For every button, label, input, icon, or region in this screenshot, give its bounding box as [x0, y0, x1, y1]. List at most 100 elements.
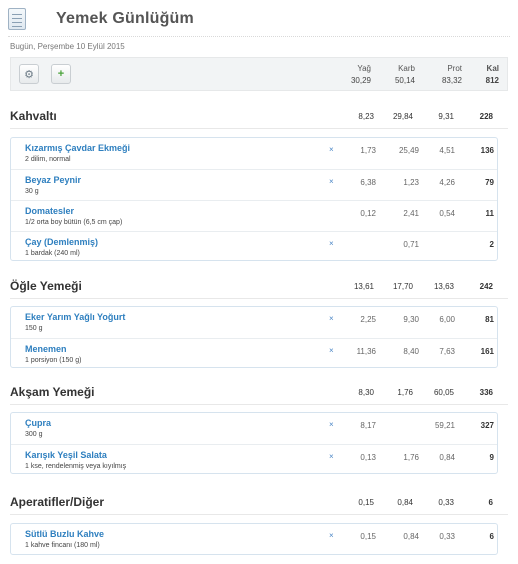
page-title: Yemek Günlüğüm	[56, 10, 194, 27]
food-portion: 1 porsiyon (150 g)	[25, 357, 82, 364]
meal-protein: 60,05	[433, 388, 454, 397]
food-carb: 9,30	[403, 315, 419, 324]
meal-divider	[10, 514, 508, 515]
food-fat: 8,17	[360, 421, 376, 430]
food-fat: 11,36	[356, 347, 376, 356]
settings-button[interactable]: ⚙	[19, 64, 39, 84]
food-portion: 30 g	[25, 188, 39, 195]
food-name-link[interactable]: Menemen	[25, 344, 67, 354]
add-food-icon: +	[57, 68, 65, 80]
food-calories: 327	[480, 421, 494, 430]
food-portion: 2 dilim, normal	[25, 156, 71, 163]
food-name-link[interactable]: Beyaz Peynir	[25, 175, 81, 185]
meal-title-lunch: Öğle Yemeği	[10, 279, 82, 293]
remove-icon[interactable]: ×	[329, 346, 334, 355]
food-carb: 1,23	[403, 178, 419, 187]
food-row: Menemen 1 porsiyon (150 g) × 11,36 8,40 …	[11, 338, 497, 369]
total-calories: 812	[485, 76, 499, 85]
food-fat: 6,38	[360, 178, 376, 187]
food-name-link[interactable]: Karışık Yeşil Salata	[25, 450, 107, 460]
meal-protein: 0,33	[438, 498, 454, 507]
food-fat: 0,13	[360, 453, 376, 462]
food-list-lunch: Eker Yarım Yağlı Yoğurt 150 g × 2,25 9,3…	[10, 306, 498, 368]
food-calories: 9	[489, 453, 494, 462]
food-name-link[interactable]: Sütlü Buzlu Kahve	[25, 529, 104, 539]
total-protein: 83,32	[441, 76, 462, 85]
meal-title-snacks: Aperatifler/Diğer	[10, 495, 105, 509]
remove-icon[interactable]: ×	[329, 452, 334, 461]
food-carb: 2,41	[403, 209, 419, 218]
food-protein: 0,84	[439, 453, 455, 462]
total-fat: 30,29	[350, 76, 371, 85]
meal-divider	[10, 298, 508, 299]
food-protein: 6,00	[439, 315, 455, 324]
food-carb: 0,84	[403, 532, 419, 541]
remove-icon[interactable]: ×	[329, 531, 334, 540]
food-row: Beyaz Peynir 30 g × 6,38 1,23 4,26 79	[11, 169, 497, 200]
food-carb: 0,71	[403, 240, 419, 249]
food-name-link[interactable]: Kızarmış Çavdar Ekmeği	[25, 143, 130, 153]
food-portion: 1/2 orta boy bütün (6,5 cm çap)	[25, 219, 123, 226]
food-calories: 2	[489, 240, 494, 249]
add-food-button[interactable]: +	[51, 64, 71, 84]
food-calories: 136	[480, 146, 494, 155]
remove-icon[interactable]: ×	[329, 145, 334, 154]
meal-fat: 13,61	[353, 282, 374, 291]
header-divider	[8, 36, 510, 37]
remove-icon[interactable]: ×	[329, 420, 334, 429]
meal-calories: 336	[479, 388, 493, 397]
column-header-fat: Yağ	[357, 64, 371, 73]
meal-carb: 0,84	[397, 498, 413, 507]
food-protein: 7,63	[439, 347, 455, 356]
food-name-link[interactable]: Eker Yarım Yağlı Yoğurt	[25, 312, 125, 322]
meal-calories: 228	[479, 112, 493, 121]
meal-carb: 29,84	[392, 112, 413, 121]
remove-icon[interactable]: ×	[329, 177, 334, 186]
food-protein: 59,21	[434, 421, 455, 430]
meal-fat: 8,23	[358, 112, 374, 121]
app-header: Yemek Günlüğüm	[8, 5, 194, 33]
meal-protein: 13,63	[433, 282, 454, 291]
food-portion: 300 g	[25, 431, 43, 438]
food-row: Karışık Yeşil Salata 1 kse, rendelenmiş …	[11, 444, 497, 475]
food-list-breakfast: Kızarmış Çavdar Ekmeği 2 dilim, normal ×…	[10, 137, 498, 261]
food-fat: 0,15	[360, 532, 376, 541]
meal-divider	[10, 128, 508, 129]
food-calories: 161	[480, 347, 494, 356]
food-carb: 8,40	[403, 347, 419, 356]
food-protein: 4,26	[439, 178, 455, 187]
food-calories: 79	[485, 178, 494, 187]
food-protein: 4,51	[439, 146, 455, 155]
meal-calories: 242	[479, 282, 493, 291]
food-fat: 2,25	[360, 315, 376, 324]
gear-icon: ⚙	[24, 68, 34, 81]
meal-carb: 1,76	[397, 388, 413, 397]
food-portion: 1 bardak (240 ml)	[25, 250, 80, 257]
food-name-link[interactable]: Çay (Demlenmiş)	[25, 237, 98, 247]
food-portion: 150 g	[25, 325, 43, 332]
food-row: Domatesler 1/2 orta boy bütün (6,5 cm ça…	[11, 200, 497, 231]
food-row: Çay (Demlenmiş) 1 bardak (240 ml) × 0,71…	[11, 231, 497, 262]
food-name-link[interactable]: Domatesler	[25, 206, 74, 216]
toolbar: ⚙ + Yağ Karb Prot Kal 30,29 50,14 83,32 …	[10, 57, 508, 91]
food-protein: 0,54	[439, 209, 455, 218]
column-header-calories: Kal	[486, 64, 499, 73]
meal-title-dinner: Akşam Yemeği	[10, 385, 95, 399]
food-name-link[interactable]: Çupra	[25, 418, 51, 428]
meal-fat: 8,30	[358, 388, 374, 397]
food-list-snacks: Sütlü Buzlu Kahve 1 kahve fincanı (180 m…	[10, 523, 498, 555]
meal-title-breakfast: Kahvaltı	[10, 109, 57, 123]
food-fat: 0,12	[360, 209, 376, 218]
meal-divider	[10, 404, 508, 405]
column-header-protein: Prot	[447, 64, 462, 73]
remove-icon[interactable]: ×	[329, 239, 334, 248]
food-calories: 11	[485, 209, 494, 218]
food-portion: 1 kse, rendelenmiş veya kıyılmış	[25, 463, 127, 470]
food-row: Kızarmış Çavdar Ekmeği 2 dilim, normal ×…	[11, 138, 497, 169]
diary-icon	[8, 8, 26, 30]
remove-icon[interactable]: ×	[329, 314, 334, 323]
meal-fat: 0,15	[358, 498, 374, 507]
food-protein: 0,33	[439, 532, 455, 541]
food-fat: 1,73	[360, 146, 376, 155]
meal-carb: 17,70	[392, 282, 413, 291]
